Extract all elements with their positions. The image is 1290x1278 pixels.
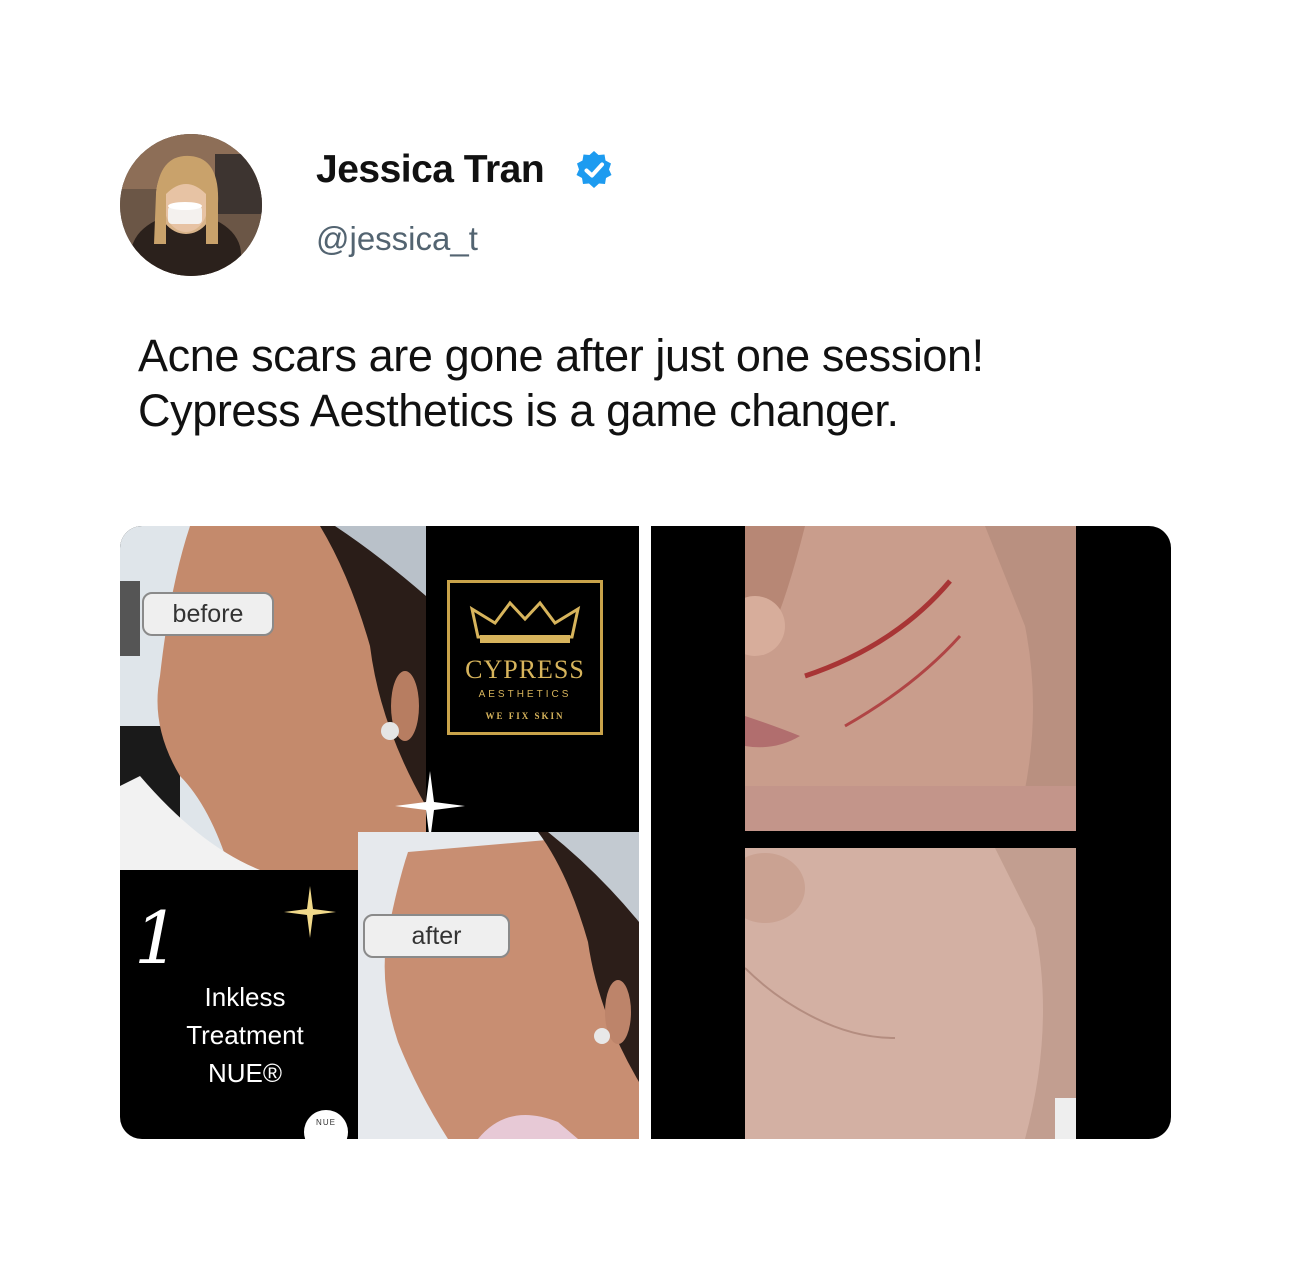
- tweet-line: Acne scars are gone after just one sessi…: [138, 330, 984, 381]
- author-handle[interactable]: @jessica_t: [316, 220, 478, 258]
- author-name[interactable]: Jessica Tran: [316, 148, 545, 192]
- sparkle-icon: [284, 886, 336, 938]
- verified-badge-icon: [576, 151, 612, 188]
- after-label: after: [363, 914, 510, 958]
- before-photo: [120, 526, 426, 870]
- media-image-right[interactable]: [651, 526, 1171, 1139]
- promo-line: NUE®: [207, 1058, 283, 1088]
- cypress-logo: CYPRESS AESTHETICS WE FIX SKIN: [447, 580, 603, 735]
- author-avatar[interactable]: [120, 134, 262, 276]
- logo-tagline: WE FIX SKIN: [485, 711, 565, 721]
- tweet-line: Cypress Aesthetics is a game changer.: [138, 385, 899, 436]
- before-label: before: [142, 592, 274, 636]
- after-photo: [358, 832, 639, 1139]
- logo-name: CYPRESS: [465, 655, 585, 684]
- avatar-photo: [120, 134, 262, 276]
- treatment-count: 1: [134, 896, 180, 980]
- crown-icon: [469, 600, 581, 643]
- scar-before-photo: [745, 526, 1076, 831]
- promo-text: Inkless Treatment NUE®: [160, 978, 330, 1092]
- tweet-text: Acne scars are gone after just one sessi…: [138, 328, 1198, 438]
- nue-badge: NUE: [304, 1110, 348, 1139]
- media-image-left[interactable]: before CYPRESS AESTHETICS WE FIX SKIN af…: [120, 526, 639, 1139]
- promo-line: Treatment: [186, 1020, 304, 1050]
- promo-line: Inkless: [204, 982, 286, 1012]
- scar-after-photo: [745, 848, 1076, 1139]
- logo-subtitle: AESTHETICS: [478, 689, 572, 700]
